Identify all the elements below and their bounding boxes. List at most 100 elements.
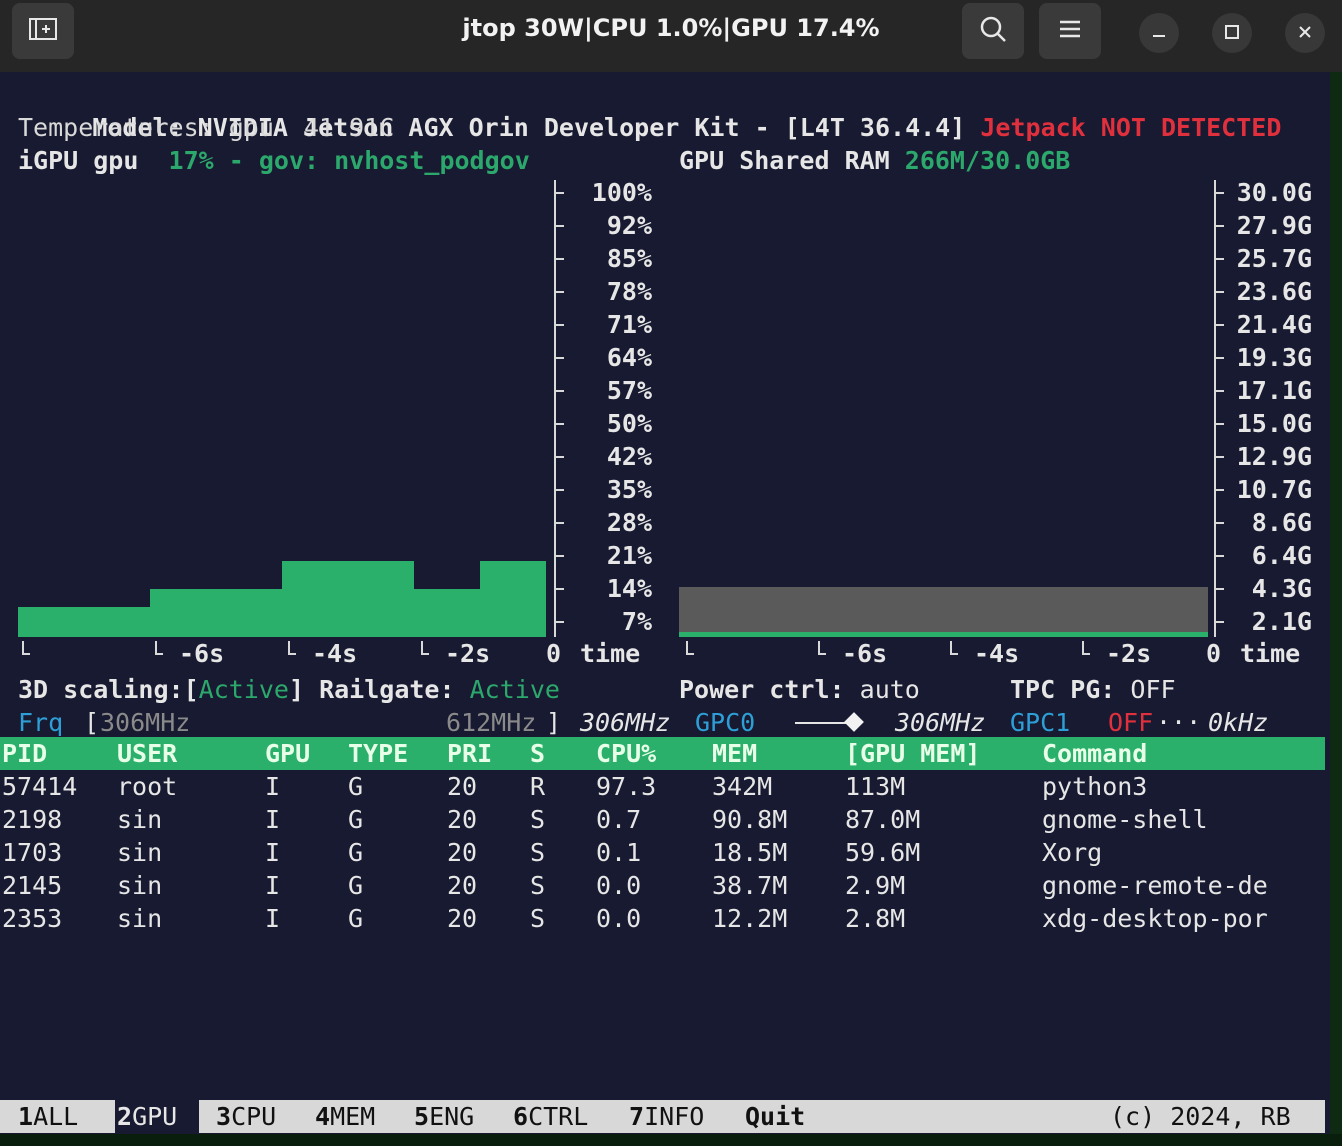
jetpack-status: Jetpack NOT DETECTED <box>980 113 1282 142</box>
tpc-line: TPC PG: OFF <box>1010 675 1176 704</box>
column-header: S <box>530 739 546 768</box>
ram-y-tick-label: 6.4G <box>1251 541 1312 570</box>
ram-y-tick <box>1216 225 1224 227</box>
table-cell: R <box>530 772 546 801</box>
desktop-edge-bottom <box>0 1134 1342 1146</box>
gpu-y-tick-label: 64% <box>606 343 652 372</box>
table-cell: 59.6M <box>845 838 921 867</box>
footer-tab-eng[interactable]: 5ENG <box>414 1100 474 1133</box>
table-cell: 0.0 <box>596 871 642 900</box>
ram-title: GPU Shared RAM 266M/30.0GB <box>679 146 1071 175</box>
menu-button[interactable] <box>1039 3 1101 59</box>
ram-x-tick-foot <box>950 653 958 655</box>
table-cell: S <box>530 838 546 867</box>
gpu-y-tick <box>556 291 564 293</box>
ram-x-tick-foot <box>686 653 694 655</box>
gpu-x-tick-foot <box>155 653 163 655</box>
table-cell: 2.8M <box>845 904 906 933</box>
table-cell: 18.5M <box>712 838 788 867</box>
ram-y-tick <box>1216 357 1224 359</box>
table-cell: sin <box>117 904 163 933</box>
table-cell: sin <box>117 805 163 834</box>
gpu-y-tick-label: 50% <box>606 409 652 438</box>
gpu-y-tick-label: 100% <box>591 178 652 207</box>
table-cell: 1703 <box>2 838 63 867</box>
freq-max: 612MHz <box>446 708 537 737</box>
ram-y-tick-label: 4.3G <box>1251 574 1312 603</box>
footer-tab-mem[interactable]: 4MEM <box>315 1100 375 1133</box>
gpu-y-tick <box>556 258 564 260</box>
table-cell: gnome-shell <box>1042 805 1208 834</box>
gpu-usage-bar <box>480 561 546 637</box>
table-cell: 2.9M <box>845 871 906 900</box>
table-cell: xdg-desktop-por <box>1042 904 1268 933</box>
terminal-content[interactable]: Model: NVIDIA Jetson AGX Orin Developer … <box>0 72 1330 1146</box>
gpc0-slider-track <box>795 722 850 724</box>
column-header: [GPU MEM] <box>845 739 981 768</box>
freq-current: 306MHz <box>580 708 671 737</box>
power-line: Power ctrl: auto <box>679 675 920 704</box>
terminal-window: jtop 30W|CPU 1.0%|GPU 17.4% Model: NVIDI… <box>0 0 1342 1146</box>
ram-y-tick <box>1216 555 1224 557</box>
table-cell: I <box>265 772 281 801</box>
table-cell: 38.7M <box>712 871 788 900</box>
ram-y-tick <box>1216 522 1224 524</box>
ram-x-tick-label: 0 <box>1206 639 1222 668</box>
column-header: PID <box>2 739 48 768</box>
table-cell: 90.8M <box>712 805 788 834</box>
table-row[interactable]: 2145 sin I G 20 S 0.0 38.7M 2.9M gnome-remote-de <box>0 869 1325 902</box>
table-row[interactable]: 2353 sin I G 20 S 0.0 12.2M 2.8M xdg-desktop-por <box>0 902 1325 935</box>
column-header: CPU% <box>596 739 657 768</box>
gpu-y-tick <box>556 423 564 425</box>
table-cell: S <box>530 805 546 834</box>
ram-shared-area <box>679 587 1208 637</box>
gpu-x-tick-foot <box>421 653 429 655</box>
column-header: Command <box>1042 739 1148 768</box>
ram-y-axis <box>1214 180 1216 637</box>
gpu-x-tick-label: -6s <box>179 639 225 668</box>
table-row[interactable]: 1703 sin I G 20 S 0.1 18.5M 59.6M Xorg <box>0 836 1325 869</box>
table-row[interactable]: 2198 sin I G 20 S 0.7 90.8M 87.0M gnome-shell <box>0 803 1325 836</box>
table-cell: 20 <box>447 871 478 900</box>
footer-tab-ctrl[interactable]: 6CTRL <box>513 1100 588 1133</box>
footer-tab-all[interactable]: 1ALL <box>18 1100 78 1133</box>
gpu-x-label: time <box>580 639 641 668</box>
table-cell: 20 <box>447 904 478 933</box>
table-cell: 12.2M <box>712 904 788 933</box>
gpu-y-tick-label: 35% <box>606 475 652 504</box>
maximize-button[interactable] <box>1212 13 1252 53</box>
desktop-edge <box>1330 72 1342 1146</box>
table-cell: 0.1 <box>596 838 642 867</box>
ram-y-tick <box>1216 588 1224 590</box>
table-cell: G <box>348 838 364 867</box>
search-button[interactable] <box>962 3 1024 59</box>
gpu-usage-bar <box>282 561 414 637</box>
table-row[interactable]: 57414 root I G 20 R 97.3 342M 113M python3 <box>0 770 1325 803</box>
column-header: USER <box>117 739 178 768</box>
gpc1-label: GPC1 <box>1010 708 1071 737</box>
footer-tab-cpu[interactable]: 3CPU <box>216 1100 276 1133</box>
gpc0-value: 306MHz <box>895 708 986 737</box>
footer-tab-gpu[interactable]: 2GPU <box>117 1100 177 1133</box>
quit-button[interactable]: Quit <box>745 1100 805 1133</box>
table-cell: 20 <box>447 838 478 867</box>
close-button[interactable] <box>1285 13 1325 53</box>
ram-y-tick-label: 23.6G <box>1236 277 1312 306</box>
gpu-y-tick-label: 85% <box>606 244 652 273</box>
freq-min: 306MHz <box>100 708 191 737</box>
power-value: auto <box>859 675 920 704</box>
ram-y-tick <box>1216 456 1224 458</box>
ram-y-tick <box>1216 390 1224 392</box>
gpu-x-tick-label: -2s <box>445 639 491 668</box>
minimize-button[interactable] <box>1139 13 1179 53</box>
title-bar: jtop 30W|CPU 1.0%|GPU 17.4% <box>0 0 1342 72</box>
table-cell: G <box>348 805 364 834</box>
ram-y-tick-label: 30.0G <box>1236 178 1312 207</box>
ram-used-area <box>679 632 1208 637</box>
ram-y-tick-label: 17.1G <box>1236 376 1312 405</box>
column-header: GPU <box>265 739 311 768</box>
table-cell: S <box>530 904 546 933</box>
footer-tab-info[interactable]: 7INFO <box>629 1100 704 1133</box>
gpu-y-tick-label: 42% <box>606 442 652 471</box>
gpu-x-tick-foot <box>288 653 296 655</box>
